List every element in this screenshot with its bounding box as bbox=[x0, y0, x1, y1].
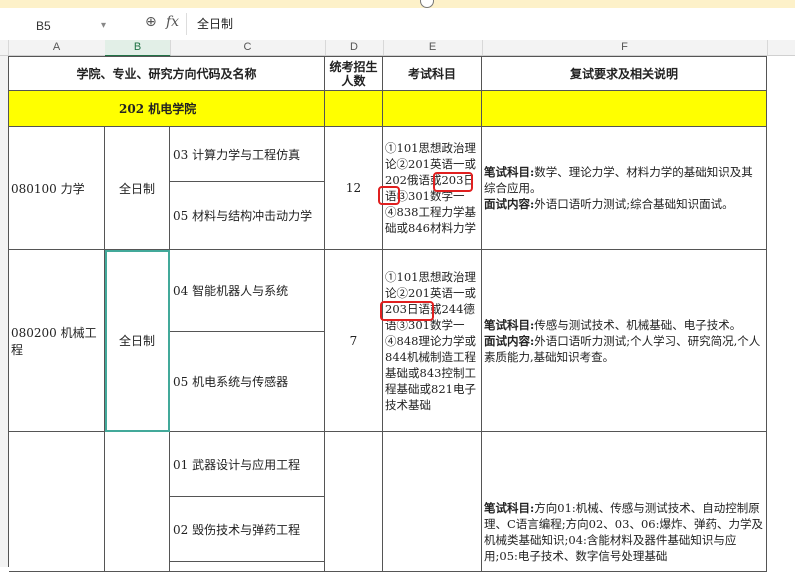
name-box-dropdown-icon[interactable]: ▾ bbox=[101, 16, 106, 36]
college-col-e[interactable] bbox=[383, 91, 482, 127]
name-box[interactable]: B5 ▾ bbox=[0, 16, 106, 36]
column-header-e[interactable]: E bbox=[383, 40, 483, 55]
direction-cell[interactable]: 02 毁伤技术与弹药工程 bbox=[170, 497, 325, 562]
header-col-f[interactable]: 复试要求及相关说明 bbox=[482, 57, 767, 91]
major-cell[interactable]: 080200 机械工程 bbox=[9, 250, 105, 432]
quota-cell[interactable]: 7 bbox=[325, 250, 383, 432]
study-mode-cell[interactable]: 全日制 bbox=[105, 127, 170, 250]
formula-input[interactable]: 全日制 bbox=[186, 13, 795, 35]
college-col-f[interactable] bbox=[482, 91, 767, 127]
direction-cell[interactable]: 01 武器设计与应用工程 bbox=[170, 432, 325, 497]
college-col-d[interactable] bbox=[325, 91, 383, 127]
column-header-c[interactable]: C bbox=[170, 40, 326, 55]
header-col-d[interactable]: 统考招生人数 bbox=[325, 57, 383, 91]
column-header-a[interactable]: A bbox=[8, 40, 106, 55]
column-header-f[interactable]: F bbox=[482, 40, 768, 55]
interview-text: 外语口语听力测试;综合基础知识面试。 bbox=[534, 197, 734, 211]
retest-notes-cell[interactable]: 笔试科目:传感与测试技术、机械基础、电子技术。 面试内容:外语口语听力测试;个人… bbox=[482, 250, 767, 432]
written-label: 笔试科目: bbox=[484, 165, 535, 179]
retest-notes-cell[interactable]: 笔试科目:数学、理论力学、材料力学的基础知识及其综合应用。 面试内容:外语口语听… bbox=[482, 127, 767, 250]
column-header-b[interactable]: B bbox=[105, 40, 171, 57]
direction-cell[interactable]: 05 机电系统与传感器 bbox=[170, 332, 325, 432]
college-title[interactable]: 202 机电学院 bbox=[9, 91, 325, 127]
column-headers: A B C D E F bbox=[0, 40, 795, 57]
major-cell[interactable]: 080100 力学 bbox=[9, 127, 105, 250]
spreadsheet-grid: 学院、专业、研究方向代码及名称 统考招生人数 考试科目 复试要求及相关说明 20… bbox=[0, 56, 795, 572]
interview-label: 面试内容: bbox=[484, 197, 535, 211]
highlight-box bbox=[433, 172, 473, 192]
header-col-a[interactable]: 学院、专业、研究方向代码及名称 bbox=[9, 57, 325, 91]
retest-notes-cell[interactable]: 笔试科目:方向01:机械、传感与测试技术、自动控制原理、C语言编程;方向02、0… bbox=[482, 432, 767, 572]
direction-cell[interactable]: 05 材料与结构冲击动力学 bbox=[170, 182, 325, 250]
cell-reference[interactable]: B5 bbox=[36, 16, 51, 36]
written-text: 传感与测试技术、机械基础、电子技术。 bbox=[534, 317, 742, 332]
exam-subjects-cell[interactable]: ①101思想政治理论②201英语一或203日语或244德语③301数学一④848… bbox=[383, 250, 482, 432]
highlight-box bbox=[380, 301, 434, 321]
direction-cell[interactable] bbox=[170, 562, 325, 572]
retest-notes: 笔试科目:传感与测试技术、机械基础、电子技术。 面试内容:外语口语听力测试;个人… bbox=[484, 317, 764, 365]
interview-label: 面试内容: bbox=[484, 333, 535, 348]
exam-subjects-text: ①101思想政治理论②201英语一或203日语或244德语③301数学一④848… bbox=[385, 269, 476, 412]
written-label: 笔试科目: bbox=[484, 501, 535, 515]
retest-notes: 笔试科目:方向01:机械、传感与测试技术、自动控制原理、C语言编程;方向02、0… bbox=[484, 500, 764, 564]
quota-cell[interactable] bbox=[325, 432, 383, 572]
major-cell[interactable] bbox=[9, 432, 105, 572]
formula-bar: B5 ▾ ⊕ fx 全日制 bbox=[0, 8, 795, 41]
notification-strip bbox=[0, 0, 795, 8]
study-mode-cell[interactable] bbox=[105, 432, 170, 572]
direction-cell[interactable]: 04 智能机器人与系统 bbox=[170, 250, 325, 332]
study-mode-cell-selected[interactable]: 全日制 bbox=[105, 250, 170, 432]
column-header-g[interactable] bbox=[767, 40, 795, 55]
zoom-icon[interactable]: ⊕ bbox=[145, 14, 157, 30]
retest-notes: 笔试科目:数学、理论力学、材料力学的基础知识及其综合应用。 面试内容:外语口语听… bbox=[484, 164, 764, 212]
column-header-d[interactable]: D bbox=[325, 40, 384, 55]
highlight-box bbox=[378, 186, 400, 205]
quota-cell[interactable]: 12 bbox=[325, 127, 383, 250]
fx-icon[interactable]: fx bbox=[166, 14, 179, 30]
direction-cell[interactable]: 03 计算力学与工程仿真 bbox=[170, 127, 325, 182]
collapse-handle-icon[interactable] bbox=[420, 0, 434, 8]
header-col-e[interactable]: 考试科目 bbox=[383, 57, 482, 91]
exam-subjects-cell[interactable] bbox=[383, 432, 482, 572]
written-label: 笔试科目: bbox=[484, 317, 535, 332]
